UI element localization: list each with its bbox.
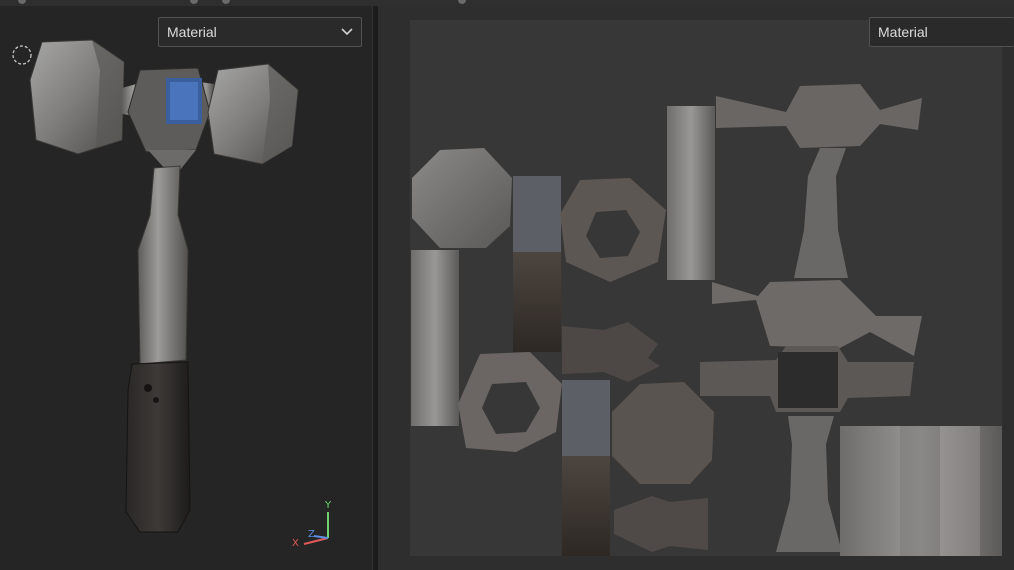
- right-dropdown-value: Material: [878, 24, 928, 40]
- chevron-down-icon: [341, 18, 353, 55]
- axis-z-label: Z: [308, 529, 315, 540]
- right-material-dropdown[interactable]: Material: [869, 17, 1014, 47]
- axis-y-label: Y: [325, 500, 332, 511]
- toolbar-dot: [458, 0, 466, 4]
- left-material-dropdown[interactable]: Material: [158, 17, 362, 47]
- hammer-3d-model: [29, 39, 299, 533]
- toolbar-dot: [190, 0, 198, 4]
- toolbar-dot: [222, 0, 230, 4]
- 3d-viewport[interactable]: Y Z X: [0, 6, 372, 570]
- camera-orbit-icon[interactable]: [11, 44, 33, 66]
- left-dropdown-value: Material: [167, 24, 217, 40]
- uv-texture-canvas[interactable]: [410, 20, 1002, 556]
- uv-islands: [411, 84, 1002, 556]
- toolbar-dot: [18, 0, 26, 4]
- axis-gizmo-icon: Y Z X: [290, 500, 340, 550]
- axis-x-label: X: [292, 538, 299, 549]
